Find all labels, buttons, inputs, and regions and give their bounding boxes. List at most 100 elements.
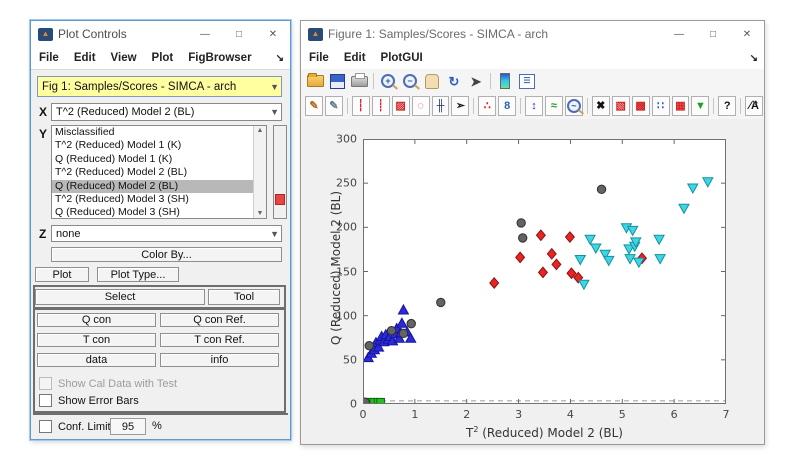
print-icon[interactable]	[349, 72, 369, 91]
color-by-button[interactable]: Color By...	[51, 247, 282, 262]
t-con-ref-button[interactable]: T con Ref.	[160, 333, 279, 347]
save-icon[interactable]	[327, 72, 347, 91]
resize-vertical-icon[interactable]: ↕	[525, 96, 543, 116]
checkbox-icon[interactable]	[39, 394, 52, 407]
data-point-cyan-down-triangles[interactable]	[591, 244, 601, 253]
data-point-red-diamonds[interactable]	[490, 278, 499, 288]
scatter-plot-canvas[interactable]	[363, 139, 726, 404]
data-point-gray-circles[interactable]	[387, 326, 395, 334]
list-slider[interactable]	[273, 125, 287, 219]
plot-type-button[interactable]: Plot Type...	[97, 267, 179, 282]
hide-selection-icon[interactable]: ▦	[672, 96, 690, 116]
data-point-cyan-down-triangles[interactable]	[654, 235, 664, 244]
toolbar-overflow-chevron[interactable]: »	[752, 97, 758, 109]
data-point-gray-circles[interactable]	[597, 185, 605, 193]
pan-icon[interactable]	[422, 72, 442, 91]
select-y-icon[interactable]: ┊	[372, 96, 390, 116]
data-point-gray-circles[interactable]	[517, 219, 525, 227]
conf-limits-checkbox[interactable]: Conf. Limits:	[39, 420, 119, 433]
data-point-cyan-down-triangles[interactable]	[579, 280, 589, 289]
data-point-cyan-down-triangles[interactable]	[679, 204, 689, 213]
menu-file[interactable]: File	[39, 52, 59, 64]
menu-edit[interactable]: Edit	[74, 52, 96, 64]
select-class-icon[interactable]: ▧	[612, 96, 630, 116]
edit-plot-icon[interactable]: ✎	[305, 96, 323, 116]
select-x-icon[interactable]: ┆	[352, 96, 370, 116]
y-list-item[interactable]: Q (Reduced) Model 3 (SH)	[52, 206, 266, 219]
info-button[interactable]: info	[160, 353, 279, 367]
y-list-item[interactable]: T^2 (Reduced) Model 2 (BL)	[52, 166, 266, 179]
menu-file[interactable]: File	[309, 52, 329, 64]
conf-limits-input[interactable]	[110, 418, 146, 435]
help-icon[interactable]: ?	[718, 96, 736, 116]
data-point-red-diamonds[interactable]	[566, 232, 575, 242]
data-point-red-diamonds[interactable]	[536, 230, 545, 240]
maximize-button[interactable]: □	[222, 21, 256, 47]
x-variable-dropdown[interactable]: T^2 (Reduced) Model 2 (BL) ▼	[51, 103, 282, 121]
select-class2-icon[interactable]: ▩	[632, 96, 650, 116]
scroll-down-icon[interactable]: ▼	[257, 209, 264, 218]
menu-plot[interactable]: Plot	[152, 52, 174, 64]
figure-selector-dropdown[interactable]: Fig 1: Samples/Scores - SIMCA - arch ▼	[37, 76, 282, 97]
zoom-out-icon[interactable]: −	[400, 72, 420, 91]
data-point-blue-up-triangles[interactable]	[397, 318, 407, 327]
select-points-icon[interactable]: ∷	[652, 96, 670, 116]
plot-button[interactable]: Plot	[35, 267, 89, 282]
rotate3d-icon[interactable]: ↻	[444, 72, 464, 91]
plot-axes[interactable]	[363, 139, 726, 404]
confidence-ellipses-icon[interactable]: 8	[498, 96, 516, 116]
data-point-cyan-down-triangles[interactable]	[585, 235, 595, 244]
zoom-in-icon[interactable]: +	[378, 72, 398, 91]
dock-arrow-icon[interactable]: ↘	[750, 53, 758, 64]
t-con-button[interactable]: T con	[37, 333, 156, 347]
show-error-bars-checkbox[interactable]: Show Error Bars	[39, 394, 139, 407]
listbox-scrollbar[interactable]: ▲ ▼	[253, 126, 266, 218]
zoom-data-icon[interactable]: ~	[565, 96, 583, 116]
z-variable-dropdown[interactable]: none ▼	[51, 225, 282, 242]
y-list-item[interactable]: Q (Reduced) Model 1 (K)	[52, 153, 266, 166]
insert-colorbar-icon[interactable]	[495, 72, 515, 91]
slider-thumb[interactable]	[275, 194, 285, 205]
y-list-item[interactable]: Q (Reduced) Model 2 (BL)	[52, 180, 266, 193]
q-con-ref-button[interactable]: Q con Ref.	[160, 313, 279, 327]
plot-properties-icon[interactable]: ✎	[325, 96, 343, 116]
scroll-up-icon[interactable]: ▲	[257, 126, 264, 135]
open-icon[interactable]	[305, 72, 325, 91]
y-list-item[interactable]: T^2 (Reduced) Model 1 (K)	[52, 139, 266, 152]
pin-axes-icon[interactable]: ➢	[451, 96, 469, 116]
tool-button[interactable]: Tool	[208, 289, 280, 305]
data-point-cyan-down-triangles[interactable]	[688, 184, 698, 193]
figure-titlebar[interactable]: ▲ Figure 1: Samples/Scores - SIMCA - arc…	[301, 21, 764, 48]
select-button[interactable]: Select	[35, 289, 205, 305]
close-button[interactable]: ✕	[730, 21, 764, 47]
data-point-gray-circles[interactable]	[519, 234, 527, 242]
checkbox-icon[interactable]	[39, 420, 52, 433]
spectra-view-icon[interactable]: ≈	[545, 96, 563, 116]
data-point-cyan-down-triangles[interactable]	[628, 226, 638, 235]
data-point-cyan-down-triangles[interactable]	[575, 256, 585, 265]
y-list-item[interactable]: Misclassified	[52, 126, 266, 139]
data-point-gray-circles[interactable]	[437, 298, 445, 306]
select-box-icon[interactable]: ▨	[392, 96, 410, 116]
menu-figbrowser[interactable]: FigBrowser	[188, 52, 251, 64]
data-point-blue-up-triangles[interactable]	[398, 305, 408, 314]
data-point-gray-circles[interactable]	[399, 329, 407, 337]
lasso-select-icon[interactable]: ◌	[412, 96, 430, 116]
data-point-gray-circles[interactable]	[365, 342, 373, 350]
data-point-cyan-down-triangles[interactable]	[655, 255, 665, 264]
tools-icon[interactable]: ✖	[592, 96, 610, 116]
menu-edit[interactable]: Edit	[344, 52, 366, 64]
limits-plot-icon[interactable]: ▼	[691, 96, 709, 116]
y-variable-listbox[interactable]: MisclassifiedT^2 (Reduced) Model 1 (K)Q …	[51, 125, 267, 219]
data-point-red-diamonds[interactable]	[552, 259, 561, 269]
data-point-red-diamonds[interactable]	[516, 252, 525, 262]
scatter-options-icon[interactable]: ∴	[478, 96, 496, 116]
data-point-gray-circles[interactable]	[407, 319, 415, 327]
menu-view[interactable]: View	[111, 52, 137, 64]
data-point-cyan-down-triangles[interactable]	[604, 256, 614, 265]
minimize-button[interactable]: —	[662, 21, 696, 47]
data-point-cyan-down-triangles[interactable]	[703, 178, 713, 187]
close-button[interactable]: ✕	[256, 21, 290, 47]
datacursor-icon[interactable]: ➤	[466, 72, 486, 91]
axis-lines-icon[interactable]: ╫	[432, 96, 450, 116]
